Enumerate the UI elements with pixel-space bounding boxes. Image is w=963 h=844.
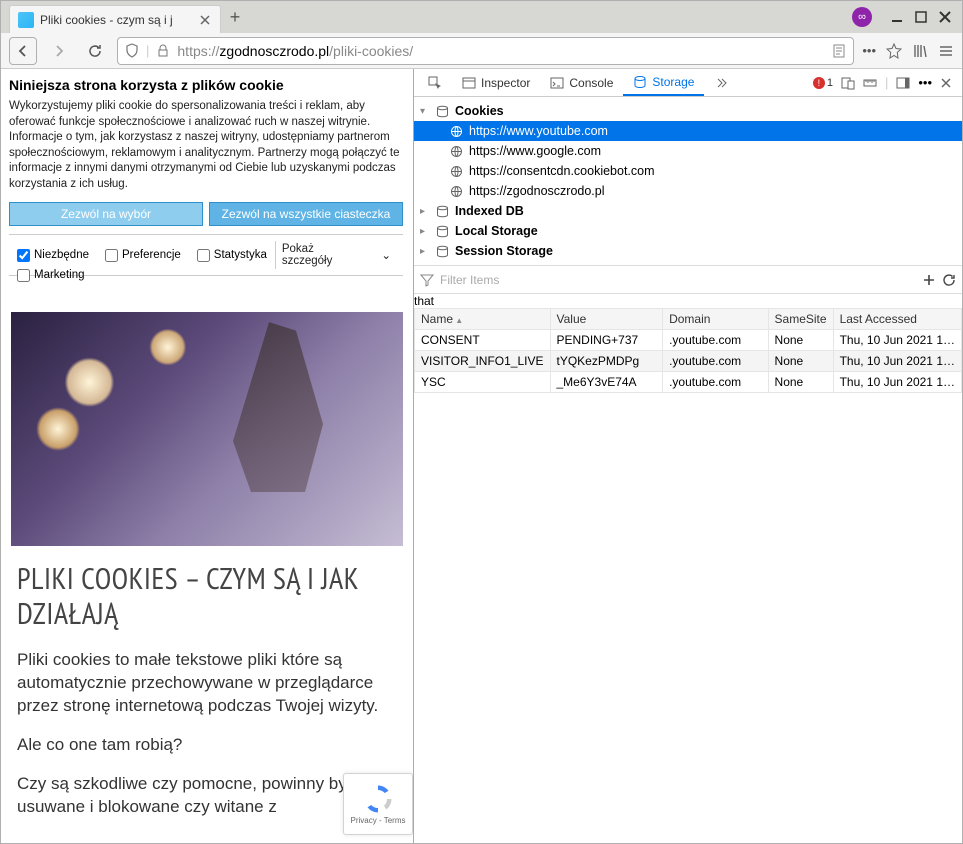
devtools-panel: Inspector Console Storage !1 | ••• ▾Cook… xyxy=(413,69,962,843)
recaptcha-icon xyxy=(363,784,393,814)
tree-origin-cookiebot[interactable]: https://consentcdn.cookiebot.com xyxy=(414,161,962,181)
page-content: Niniejsza strona korzysta z plików cooki… xyxy=(1,69,413,843)
table-row[interactable]: YSC_Me6Y3vE74A.youtube.comNoneThu, 10 Ju… xyxy=(415,372,962,393)
url-text: https://zgodnosczrodo.pl/pliki-cookies/ xyxy=(177,43,825,59)
recaptcha-badge[interactable]: Privacy - Terms xyxy=(343,773,413,835)
consent-body: Wykorzystujemy pliki cookie do spersonal… xyxy=(9,99,403,192)
tab-title: Pliki cookies - czym są i j xyxy=(40,13,192,27)
filter-row xyxy=(414,266,962,294)
tab-inspector[interactable]: Inspector xyxy=(452,69,540,96)
menu-icon[interactable] xyxy=(938,43,954,59)
library-icon[interactable] xyxy=(912,43,928,59)
lock-icon[interactable] xyxy=(155,43,171,59)
window-controls xyxy=(880,1,962,33)
chevron-down-icon: ⌄ xyxy=(381,248,391,262)
col-domain[interactable]: Domain xyxy=(663,309,768,330)
consent-title: Niniejsza strona korzysta z plików cooki… xyxy=(9,77,403,93)
col-lastaccessed[interactable]: Last Accessed xyxy=(833,309,961,330)
tree-indexeddb[interactable]: ▸Indexed DB xyxy=(414,201,962,221)
col-samesite[interactable]: SameSite xyxy=(768,309,833,330)
ruler-icon[interactable] xyxy=(863,76,877,90)
tab-console[interactable]: Console xyxy=(540,69,623,96)
new-tab-button[interactable]: + xyxy=(221,1,249,33)
titlebar: Pliki cookies - czym są i j + ∞ xyxy=(1,1,962,33)
tree-origin-zgodnosc[interactable]: https://zgodnosczrodo.pl xyxy=(414,181,962,201)
storage-tree: ▾Cookies https://www.youtube.com https:/… xyxy=(414,97,962,266)
error-count[interactable]: !1 xyxy=(813,77,833,89)
article-paragraph: Ale co one tam robią? xyxy=(17,734,397,757)
pick-element-button[interactable] xyxy=(418,69,452,96)
filter-icon xyxy=(420,273,434,287)
check-marketing[interactable]: Marketing xyxy=(9,269,93,282)
back-button[interactable] xyxy=(9,37,37,65)
show-details-button[interactable]: Pokaż szczegóły⌄ xyxy=(275,241,403,269)
check-necessary[interactable]: Niezbędne xyxy=(9,249,97,262)
tab-storage[interactable]: Storage xyxy=(623,69,704,96)
close-window-icon[interactable] xyxy=(938,10,952,24)
browser-tab[interactable]: Pliki cookies - czym są i j xyxy=(9,5,221,33)
col-name[interactable]: Name xyxy=(415,309,551,330)
maximize-icon[interactable] xyxy=(914,10,928,24)
devtools-tabs: Inspector Console Storage !1 | ••• xyxy=(414,69,962,97)
reader-mode-icon[interactable] xyxy=(831,43,847,59)
favicon-icon xyxy=(18,12,34,28)
tab-overflow-button[interactable] xyxy=(704,69,738,96)
table-row[interactable]: CONSENTPENDING+737.youtube.comNoneThu, 1… xyxy=(415,330,962,351)
devtools-close-icon[interactable] xyxy=(940,77,952,89)
table-row[interactable]: VISITOR_INFO1_LIVEtYQKezPMDPg.youtube.co… xyxy=(415,351,962,372)
nav-toolbar: | https://zgodnosczrodo.pl/pliki-cookies… xyxy=(1,33,962,69)
devtools-menu-icon[interactable]: ••• xyxy=(918,75,932,90)
refresh-icon[interactable] xyxy=(942,273,956,287)
check-preferences[interactable]: Preferencje xyxy=(97,249,189,262)
article-paragraph: Czy są szkodliwe czy pomocne, powinny by… xyxy=(17,773,397,819)
cookie-consent: Niniejsza strona korzysta z plików cooki… xyxy=(1,69,413,302)
check-statistics[interactable]: Statystyka xyxy=(189,249,275,262)
col-value[interactable]: Value xyxy=(550,309,663,330)
tree-sessionstorage[interactable]: ▸Session Storage xyxy=(414,241,962,261)
article-paragraph: Pliki cookies to małe tekstowe pliki któ… xyxy=(17,649,397,718)
page-actions-icon[interactable]: ••• xyxy=(862,43,876,58)
dock-side-icon[interactable] xyxy=(896,76,910,90)
cookie-table[interactable]: that Name Value Domain SameSite Last Acc… xyxy=(414,294,962,843)
allow-all-button[interactable]: Zezwól na wszystkie ciasteczka xyxy=(209,202,403,226)
minimize-icon[interactable] xyxy=(890,10,904,24)
filter-input[interactable] xyxy=(440,273,916,287)
url-bar[interactable]: | https://zgodnosczrodo.pl/pliki-cookies… xyxy=(117,37,854,65)
tree-cookies[interactable]: ▾Cookies xyxy=(414,101,962,121)
close-tab-icon[interactable] xyxy=(198,13,212,27)
bookmark-star-icon[interactable] xyxy=(886,43,902,59)
tree-origin-youtube[interactable]: https://www.youtube.com xyxy=(414,121,962,141)
article-heading: PLIKI COOKIES – CZYM SĄ I JAK DZIAŁAJĄ xyxy=(17,562,397,631)
extension-icon[interactable]: ∞ xyxy=(852,7,872,27)
allow-selection-button[interactable]: Zezwól na wybór xyxy=(9,202,203,226)
responsive-mode-icon[interactable] xyxy=(841,76,855,90)
forward-button[interactable] xyxy=(45,37,73,65)
shield-icon[interactable] xyxy=(124,43,140,59)
add-item-icon[interactable] xyxy=(922,273,936,287)
tree-origin-google[interactable]: https://www.google.com xyxy=(414,141,962,161)
tree-localstorage[interactable]: ▸Local Storage xyxy=(414,221,962,241)
hero-image xyxy=(11,312,403,546)
reload-button[interactable] xyxy=(81,37,109,65)
